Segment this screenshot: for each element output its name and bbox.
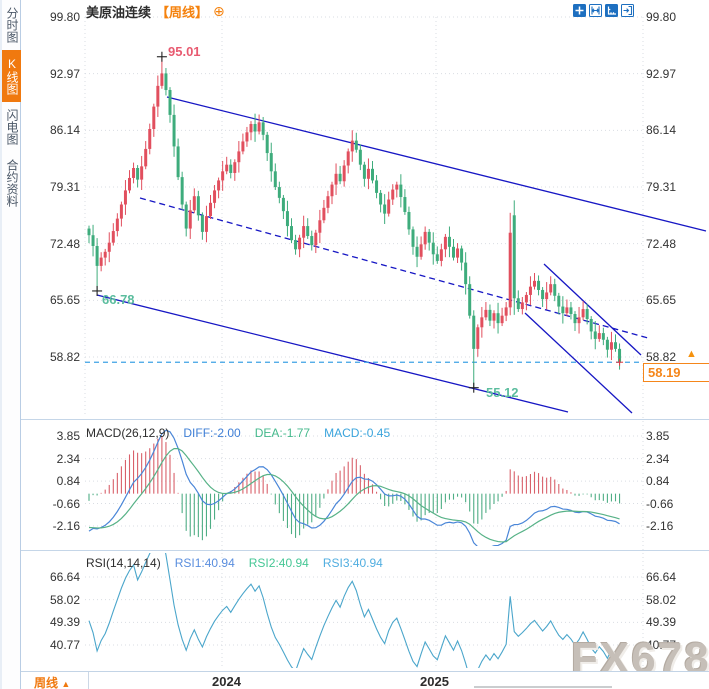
timeframe-text: 周线 [34,676,58,689]
y-axis-label: 58.02 [34,593,80,607]
sidebar: 分时图K线图闪电图合约资料 [0,0,21,689]
rsi1-value: RSI1:40.94 [175,556,235,570]
rsi-header: RSI(14,14,14) RSI1:40.94 RSI2:40.94 RSI3… [86,556,383,570]
y-axis-label: 72.48 [34,237,80,251]
x-axis-year-2025: 2025 [420,674,449,689]
y-axis-label: 65.65 [34,293,80,307]
x-axis-year-2024: 2024 [212,674,241,689]
bottom-bar-divider [88,672,89,689]
y-axis-label: 72.48 [646,237,676,251]
y-axis-label: -0.66 [34,497,80,511]
y-axis-label: 58.82 [34,350,80,364]
macd-title: MACD(26,12,9) [86,426,169,440]
y-axis-label: 58.02 [646,593,676,607]
sidebar-tab-分时图[interactable]: 分时图 [2,0,21,50]
macd-header: MACD(26,12,9) DIFF:-2.00 DEA:-1.77 MACD:… [86,426,390,440]
y-axis-label: 0.84 [646,474,669,488]
y-axis-label: 40.77 [34,638,80,652]
exit-right-icon[interactable] [621,4,634,17]
y-axis-label: 92.97 [646,67,676,81]
y-axis-label: -0.66 [646,497,673,511]
y-axis-label: 2.34 [34,452,80,466]
y-axis-label: 79.31 [646,180,676,194]
y-axis-label: 66.64 [34,570,80,584]
macd-dea-value: DEA:-1.77 [255,426,310,440]
macd-hist-value: MACD:-0.45 [324,426,390,440]
sidebar-tab-K线图[interactable]: K线图 [2,50,21,102]
axis-scale-icon[interactable] [605,4,618,17]
y-axis-label: 0.84 [34,474,80,488]
sidebar-tab-合约资料[interactable]: 合约资料 [2,152,21,214]
low-price-label-2: 55.12 [486,385,519,400]
last-price-tag: 58.19 [643,363,709,382]
y-axis-label: 66.64 [646,570,676,584]
y-axis-label: 40.77 [646,638,676,652]
y-axis-label: 99.80 [646,10,676,24]
y-axis-label: 58.82 [646,350,676,364]
timeframe-tag: 【周线】 [156,2,208,21]
y-axis-label: 79.31 [34,180,80,194]
pan-crosshair-icon[interactable] [573,4,586,17]
kline-app: 分时图K线图闪电图合约资料 美原油连续 【周线】 ⊕ 95.01 66.78 5… [0,0,709,689]
sidebar-tab-闪电图[interactable]: 闪电图 [2,102,21,152]
symbol-title: 美原油连续 [86,2,151,21]
add-indicator-icon[interactable]: ⊕ [213,5,225,18]
y-axis-label: 86.14 [34,123,80,137]
rsi-title: RSI(14,14,14) [86,556,161,570]
rsi2-value: RSI2:40.94 [249,556,309,570]
y-axis-label: 49.39 [646,615,676,629]
y-axis-label: 65.65 [646,293,676,307]
chart-toolbar [573,4,634,17]
range-slider[interactable] [474,686,612,688]
y-axis-label: -2.16 [646,519,673,533]
low-price-label-1: 66.78 [102,292,135,307]
y-axis-label: 92.97 [34,67,80,81]
y-axis-label: 2.34 [646,452,669,466]
timeframe-arrow-icon: ▲ [61,679,70,689]
price-up-arrow-icon: ▲ [686,348,697,360]
y-axis-label: 49.39 [34,615,80,629]
chart-header: 美原油连续 【周线】 ⊕ [86,2,225,21]
y-axis-label: 3.85 [646,429,669,443]
y-axis-label: 3.85 [34,429,80,443]
rsi3-value: RSI3:40.94 [323,556,383,570]
y-axis-label: 99.80 [34,10,80,24]
y-axis-label: -2.16 [34,519,80,533]
macd-diff-value: DIFF:-2.00 [183,426,240,440]
y-axis-label: 86.14 [646,123,676,137]
fit-width-icon[interactable] [589,4,602,17]
chart-canvas[interactable] [0,0,709,689]
high-price-label: 95.01 [168,44,201,59]
timeframe-selector[interactable]: 周线 ▲ [34,674,70,689]
